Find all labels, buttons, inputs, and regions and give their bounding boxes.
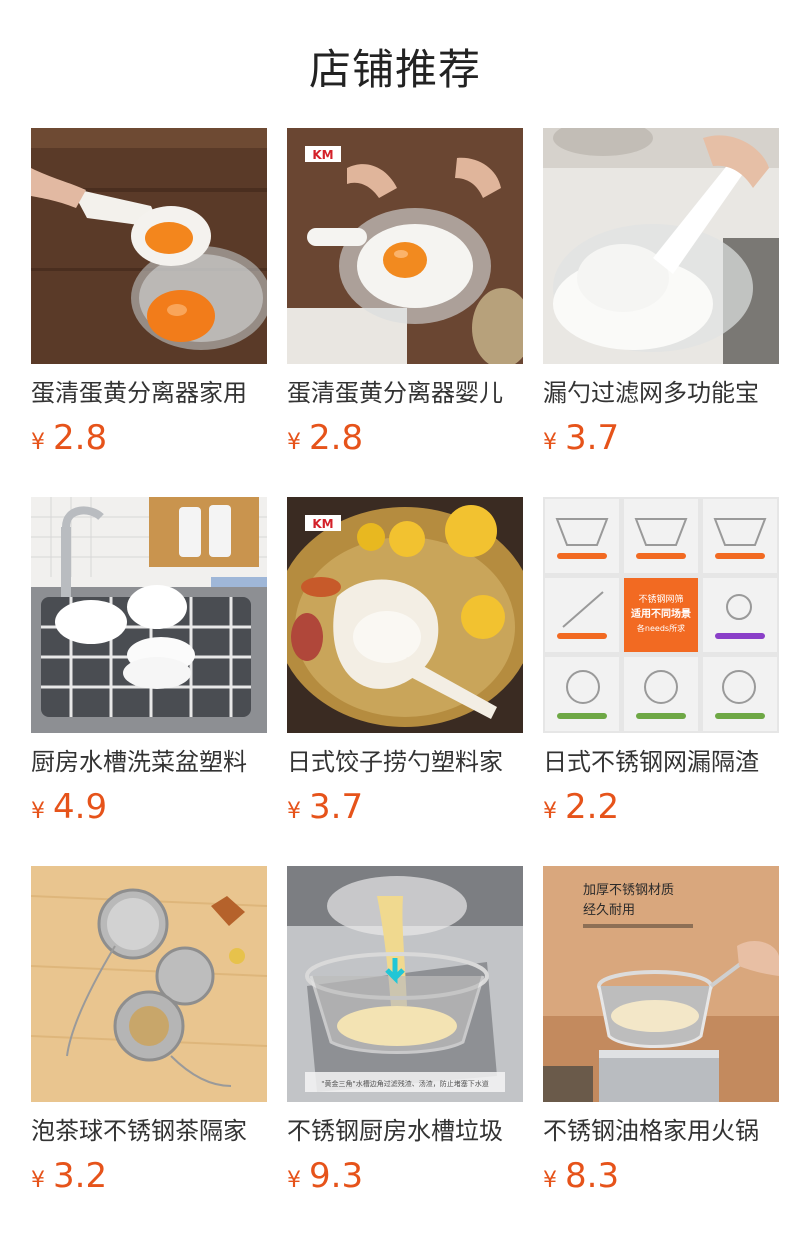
product-grid: 蛋清蛋黄分离器家用 ¥2.8 KM 蛋清蛋黄分离器婴儿 ¥ 2.8 漏勺过滤网多… (31, 128, 783, 1235)
strainer-grid-label-3: 各needs所求 (637, 623, 685, 633)
product-name[interactable]: 日式不锈钢网漏隔渣 (543, 745, 779, 779)
product-card[interactable]: 不锈钢网筛 适用不同场景 各needs所求 日式不锈钢网漏隔渣 ¥2.2 (543, 497, 779, 866)
price-value: 3.2 (53, 1156, 108, 1196)
product-name[interactable]: 厨房水槽洗菜盆塑料 (31, 745, 267, 779)
product-image[interactable] (31, 497, 267, 733)
fry-basket-photo: 加厚不锈钢材质 经久耐用 (543, 866, 779, 1102)
product-name[interactable]: 日式饺子捞勺塑料家 (287, 745, 523, 779)
currency-symbol: ¥ (543, 799, 557, 824)
product-price: ¥3.2 (31, 1156, 267, 1196)
product-name[interactable]: 蛋清蛋黄分离器家用 (31, 376, 267, 410)
price-value: 2.8 (309, 418, 364, 458)
currency-symbol: ¥ (31, 799, 45, 824)
sink-caption: "黄金三角"水槽边角过滤残渣、汤渣，防止堵塞下水道 (321, 1079, 488, 1088)
product-name[interactable]: 泡茶球不锈钢茶隔家 (31, 1114, 267, 1148)
product-image[interactable] (31, 866, 267, 1102)
price-value: 3.7 (565, 418, 620, 458)
currency-symbol: ¥ (287, 1168, 301, 1193)
product-price: ¥8.3 (543, 1156, 779, 1196)
sink-rack-photo (31, 497, 267, 733)
product-name[interactable]: 不锈钢厨房水槽垃圾 (287, 1114, 523, 1148)
price-value: 2.8 (53, 418, 108, 458)
brand-mark: KM (312, 517, 333, 531)
product-card[interactable]: KM 日式饺子捞勺塑料家 ¥3.7 (287, 497, 523, 866)
fry-basket-text-2: 经久耐用 (583, 903, 635, 918)
product-image[interactable]: 加厚不锈钢材质 经久耐用 (543, 866, 779, 1102)
product-image[interactable]: KM (287, 497, 523, 733)
product-image[interactable] (31, 128, 267, 364)
product-card[interactable]: 泡茶球不锈钢茶隔家 ¥3.2 (31, 866, 267, 1235)
tea-ball-photo (31, 866, 267, 1102)
product-card[interactable]: KM 蛋清蛋黄分离器婴儿 ¥2.8 (287, 128, 523, 497)
product-name[interactable]: 漏勺过滤网多功能宝 (543, 376, 779, 410)
product-price: ¥4.9 (31, 787, 267, 827)
product-price: ¥3.7 (287, 787, 523, 827)
product-image[interactable]: "黄金三角"水槽边角过滤残渣、汤渣，防止堵塞下水道 (287, 866, 523, 1102)
product-card[interactable]: 蛋清蛋黄分离器家用 ¥2.8 (31, 128, 267, 497)
section-title: 店铺推荐 (308, 45, 481, 94)
product-image[interactable]: 不锈钢网筛 适用不同场景 各needs所求 (543, 497, 779, 733)
currency-symbol: ¥ (31, 1168, 45, 1193)
product-price: ¥3.7 (543, 418, 779, 458)
currency-symbol: ¥ (287, 799, 301, 824)
strainer-grid-photo: 不锈钢网筛 适用不同场景 各needs所求 (543, 497, 779, 733)
soup-ladle-photo: KM (287, 497, 523, 733)
price-value: 9.3 (309, 1156, 364, 1196)
currency-symbol: ¥ (543, 1168, 557, 1193)
strainer-grid-label-1: 不锈钢网筛 (638, 593, 683, 605)
egg-separator-bowl-photo: KM (287, 128, 523, 364)
price-value: 2.2 (565, 787, 620, 827)
product-image[interactable]: KM (287, 128, 523, 364)
fry-basket-text-1: 加厚不锈钢材质 (583, 883, 674, 898)
egg-separator-photo (31, 128, 267, 364)
product-price: ¥2.8 (287, 418, 523, 458)
product-card[interactable]: 加厚不锈钢材质 经久耐用 不锈钢油格家用火锅 ¥8.3 (543, 866, 779, 1235)
product-name[interactable]: 不锈钢油格家用火锅 (543, 1114, 779, 1148)
flour-scoop-photo (543, 128, 779, 364)
product-card[interactable]: "黄金三角"水槽边角过滤残渣、汤渣，防止堵塞下水道 不锈钢厨房水槽垃圾 ¥9.3 (287, 866, 523, 1235)
currency-symbol: ¥ (287, 430, 301, 455)
sink-basket-photo: "黄金三角"水槽边角过滤残渣、汤渣，防止堵塞下水道 (287, 866, 523, 1102)
product-image[interactable] (543, 128, 779, 364)
product-name[interactable]: 蛋清蛋黄分离器婴儿 (287, 376, 523, 410)
product-price: ¥9.3 (287, 1156, 523, 1196)
price-value: 8.3 (565, 1156, 620, 1196)
currency-symbol: ¥ (31, 430, 45, 455)
brand-mark: KM (312, 148, 333, 162)
product-price: ¥2.8 (31, 418, 267, 458)
product-price: ¥2.2 (543, 787, 779, 827)
strainer-grid-label-2: 适用不同场景 (631, 607, 691, 620)
product-card[interactable]: 厨房水槽洗菜盆塑料 ¥4.9 (31, 497, 267, 866)
currency-symbol: ¥ (543, 430, 557, 455)
product-card[interactable]: 漏勺过滤网多功能宝 ¥3.7 (543, 128, 779, 497)
price-value: 3.7 (309, 787, 364, 827)
price-value: 4.9 (53, 787, 108, 827)
